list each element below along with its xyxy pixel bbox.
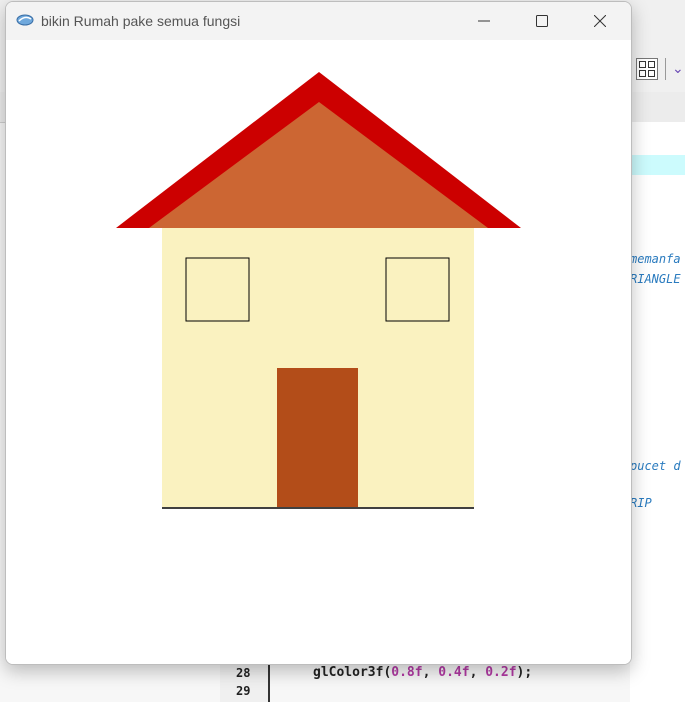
house-window-left	[185, 257, 250, 322]
house-drawing	[116, 72, 521, 509]
app-window: bikin Rumah pake semua fungsi	[5, 1, 632, 665]
house-window-right	[385, 257, 450, 322]
title-bar[interactable]: bikin Rumah pake semua fungsi	[6, 2, 631, 40]
code-number: 0.8f	[391, 665, 423, 680]
close-button[interactable]	[571, 2, 629, 40]
code-fragment: RIANGLE	[630, 272, 681, 286]
close-icon	[594, 15, 606, 27]
code-suffix: );	[516, 665, 533, 680]
current-line-highlight	[630, 155, 685, 175]
code-editor[interactable]	[630, 122, 685, 702]
code-fragment: RIP	[630, 496, 652, 510]
opengl-canvas[interactable]	[6, 40, 631, 664]
minimize-icon	[478, 20, 490, 22]
minimize-button[interactable]	[455, 2, 513, 40]
line-number: 29	[236, 684, 251, 698]
app-icon	[16, 14, 34, 26]
toolbar-separator	[665, 58, 666, 80]
house-door	[277, 368, 358, 507]
layout-grid-icon[interactable]	[636, 58, 658, 80]
code-fragment: pucet d	[630, 459, 681, 473]
maximize-icon	[536, 15, 548, 27]
code-number: 0.2f	[485, 665, 517, 680]
code-line: glColor3f(0.8f, 0.4f, 0.2f);	[313, 665, 533, 680]
code-fragment: memanfa	[630, 252, 681, 266]
line-number: 28	[236, 666, 251, 680]
maximize-button[interactable]	[513, 2, 571, 40]
code-number: 0.4f	[438, 665, 470, 680]
chevron-down-icon[interactable]: ⌄	[672, 60, 684, 77]
window-title: bikin Rumah pake semua fungsi	[41, 13, 241, 29]
code-function: glColor3f(	[313, 665, 392, 680]
